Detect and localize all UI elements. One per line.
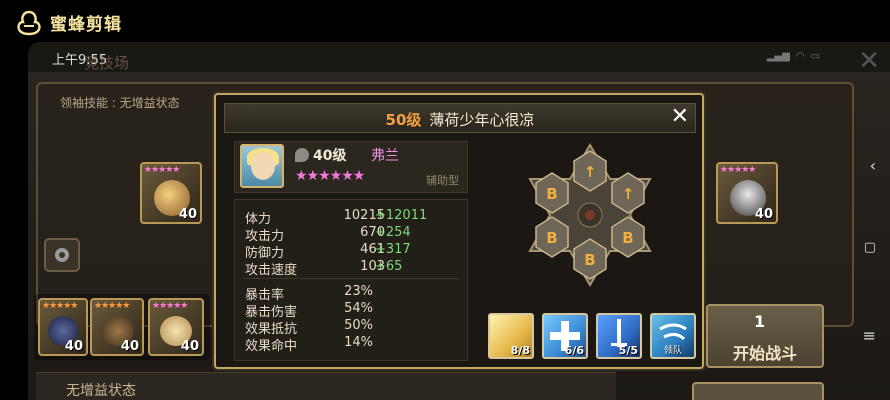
no-buff-bar: 无增益状态 [36, 372, 616, 400]
monster-type: 辅助型 [426, 174, 459, 187]
stat-bonus: +12011 [375, 208, 428, 223]
stat-bonus: +65 [375, 259, 403, 274]
monster-name: 弗兰 [371, 148, 399, 164]
stat-value: 14% [344, 335, 373, 350]
gear-icon [55, 248, 69, 262]
skill-3-icon[interactable]: 5/5 [596, 313, 642, 359]
secondary-button[interactable] [692, 382, 824, 400]
monster-level: 40 [180, 339, 199, 354]
stat-value: 23% [344, 284, 373, 299]
stat-value: 50% [344, 318, 373, 333]
rune-slot-2-icon: ↑ [622, 185, 635, 203]
menu-nav-icon[interactable]: ≡ [863, 326, 876, 345]
battery-icon: ▭ [810, 51, 820, 62]
stat-bonus: +317 [375, 242, 411, 257]
portrait-face [251, 152, 275, 180]
leader-skill-icon[interactable]: 领队 [650, 313, 696, 359]
stat-bonus: +254 [375, 225, 411, 240]
element-icon [295, 148, 309, 162]
popup-title: 50级 薄荷少年心很凉 [225, 109, 695, 130]
bee-logo-icon [17, 10, 41, 36]
monster-level: 40 [178, 207, 197, 222]
energy-cost: 1 [754, 312, 766, 331]
skill-2-icon[interactable]: 6/6 [542, 313, 588, 359]
formation-settings-button[interactable] [44, 238, 80, 272]
stat-row: 效果命中 14% [245, 335, 373, 354]
rune-emblem[interactable]: ↑ ↑ B B B B [520, 143, 660, 287]
stats-panel: 体力 10215 +12011 攻击力 670 +254 防御力 461 +317 攻击速度… [234, 199, 468, 361]
rune-slot-6-icon: B [546, 185, 557, 203]
wifi-icon: ◠ [795, 51, 805, 62]
popup-header: 50级 薄荷少年心很凉 ✕ [224, 103, 696, 133]
monster-stars: ★★★★★★ [295, 168, 365, 184]
leader-skill-text: 领袖技能 : 无增益状态 [60, 96, 180, 110]
home-nav-icon[interactable]: ▢ [864, 240, 876, 255]
stat-label: 效果命中 [245, 339, 298, 354]
rune-slot-4-icon: B [584, 251, 595, 269]
start-battle-label: 开始战斗 [732, 344, 797, 363]
signal-icon: ▂▄▆ [766, 51, 790, 62]
rune-slot-5-icon: B [546, 229, 557, 247]
watermark: 蜜蜂剪辑 [14, 8, 122, 36]
team-monster-card[interactable]: ★★★★★ 40 [90, 298, 144, 356]
skill-level: 5/5 [618, 344, 638, 357]
background-title: 竞技场 [84, 54, 130, 72]
back-nav-icon[interactable]: ‹ [870, 156, 876, 175]
background-close-icon[interactable]: ✕ [858, 46, 880, 76]
status-icons: ▂▄▆ ◠ ▭ [767, 51, 820, 62]
rune-slot-3-icon: B [622, 229, 633, 247]
close-icon[interactable]: ✕ [671, 104, 689, 129]
skill-1-icon[interactable]: 8/8 [488, 313, 534, 359]
leader-tag: 领队 [663, 346, 682, 356]
skills-row: 8/8 6/6 5/5 领队 [488, 313, 696, 359]
team-monster-card[interactable]: ★★★★★ 40 [38, 298, 88, 356]
start-battle-button[interactable]: 1 开始战斗 [706, 304, 824, 368]
monster-level: 40 [64, 339, 83, 354]
monster-stars: ★★★★★ [144, 165, 180, 175]
stat-divider [243, 278, 459, 279]
monster-level: 40 [120, 339, 139, 354]
watermark-text: 蜜蜂剪辑 [50, 14, 122, 35]
monster-info-popup: 50级 薄荷少年心很凉 ✕ 40级 弗兰 ★★★★★★ 辅助型 体力 10215 +1… [214, 93, 704, 369]
monster-stars: ★★★★★ [152, 301, 188, 311]
monster-info-card: 40级 弗兰 ★★★★★★ 辅助型 [234, 141, 468, 193]
team-monster-card[interactable]: ★★★★★ 40 [148, 298, 204, 356]
stat-label: 攻击速度 [245, 263, 298, 278]
stat-value: 54% [344, 301, 373, 316]
monster-level: 40 [754, 207, 773, 222]
monster-level: 40级 [313, 148, 347, 164]
skill-level: 6/6 [564, 344, 584, 357]
status-bar: 上午9:55 竞技场 ▂▄▆ ◠ ▭ ✕ [28, 42, 890, 76]
rune-slot-1-icon: ↑ [584, 163, 597, 181]
opponent-monster-card[interactable]: ★★★★★ 40 [140, 162, 202, 224]
monster-stars: ★★★★★ [720, 165, 756, 175]
player-level: 50级 [385, 111, 422, 129]
player-name: 薄荷少年心很凉 [429, 111, 535, 129]
monster-portrait [240, 144, 284, 188]
monster-stars: ★★★★★ [42, 301, 78, 311]
skill-level: 8/8 [510, 344, 530, 357]
no-buff-label: 无增益状态 [66, 383, 136, 399]
stat-row: 攻击速度 103 +65 [245, 259, 402, 278]
opponent-monster-card[interactable]: ★★★★★ 40 [716, 162, 778, 224]
monster-stars: ★★★★★ [94, 301, 130, 311]
